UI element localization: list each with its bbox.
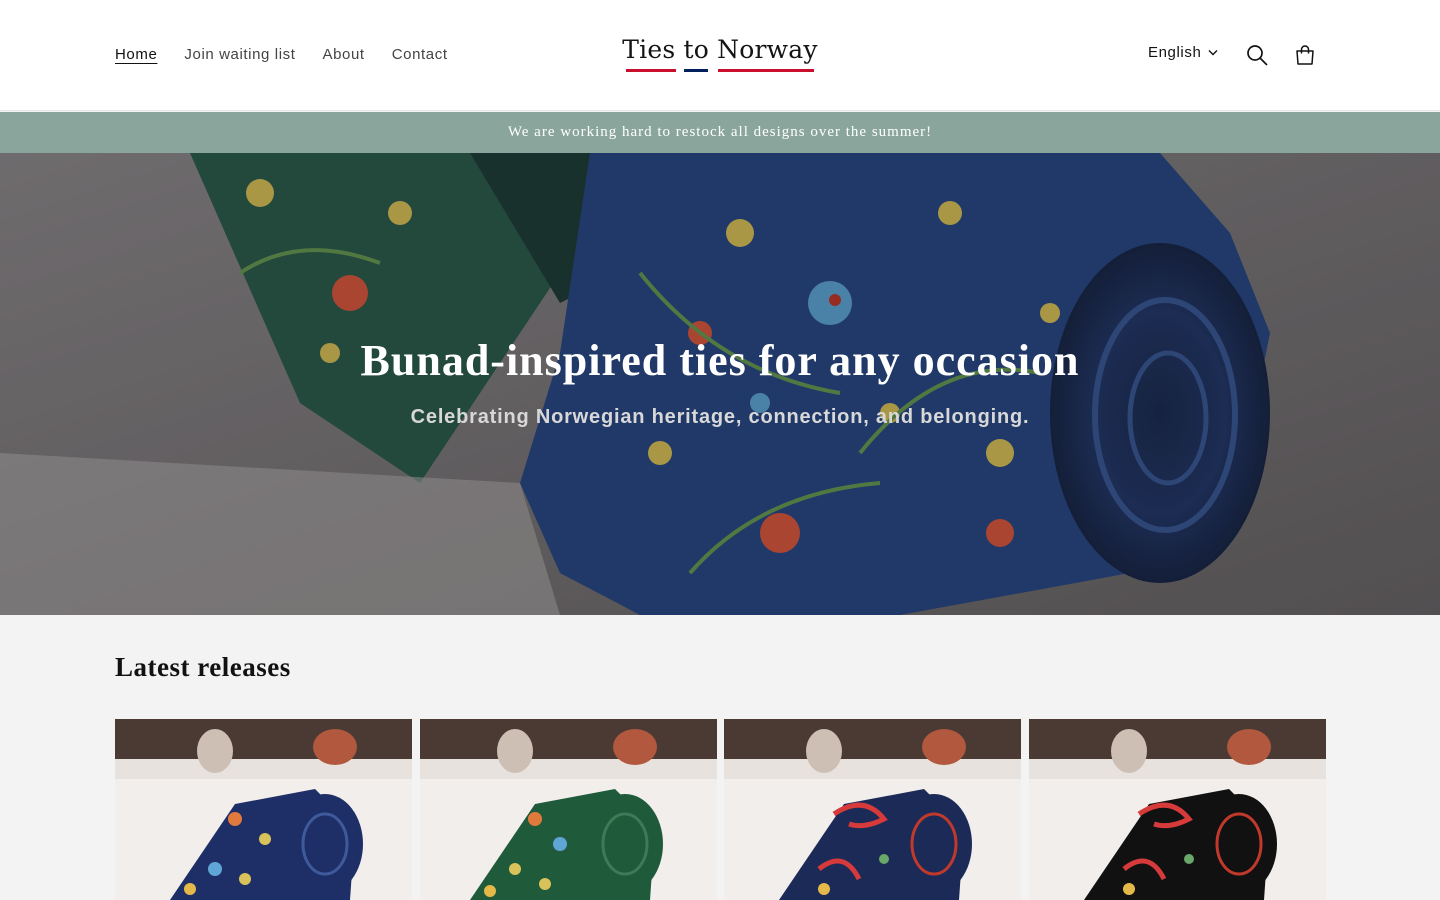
nav-contact[interactable]: Contact	[392, 45, 448, 65]
product-card[interactable]	[1029, 719, 1326, 900]
logo-bar-blue	[684, 69, 708, 72]
nav-join-waiting-list[interactable]: Join waiting list	[184, 45, 295, 65]
main-nav: Home Join waiting list About Contact	[115, 45, 475, 65]
logo-bar-red-right	[718, 69, 814, 72]
announcement-text: We are working hard to restock all desig…	[507, 124, 933, 140]
logo-bar-red-left	[626, 69, 676, 72]
cart-button[interactable]	[1283, 33, 1327, 77]
product-card[interactable]	[115, 719, 412, 900]
language-selector[interactable]: English	[1148, 44, 1218, 61]
product-image	[115, 719, 412, 900]
logo-text: Ties to Norway	[622, 35, 818, 64]
hero-subtitle: Celebrating Norwegian heritage, connecti…	[410, 406, 1030, 428]
cart-icon	[1296, 45, 1314, 65]
logo-flag-bars	[626, 69, 814, 73]
product-grid	[115, 719, 1326, 900]
site-logo[interactable]: Ties to Norway	[620, 33, 820, 77]
nav-about[interactable]: About	[323, 45, 365, 65]
product-card[interactable]	[724, 719, 1021, 900]
site-header: Home Join waiting list About Contact Tie…	[0, 0, 1440, 111]
product-image	[1029, 719, 1326, 900]
product-image	[420, 719, 717, 900]
section-title-latest-releases: Latest releases	[115, 652, 291, 682]
search-button[interactable]	[1235, 33, 1279, 77]
nav-home[interactable]: Home	[115, 45, 157, 65]
product-card[interactable]	[420, 719, 717, 900]
product-image	[724, 719, 1021, 900]
search-icon	[1247, 45, 1268, 66]
language-label: English	[1148, 44, 1202, 61]
hero-title: Bunad-inspired ties for any occasion	[360, 336, 1080, 385]
announcement-bar: We are working hard to restock all desig…	[0, 112, 1440, 153]
chevron-down-icon	[1208, 50, 1218, 56]
hero-banner: Bunad-inspired ties for any occasion Cel…	[0, 153, 1440, 615]
